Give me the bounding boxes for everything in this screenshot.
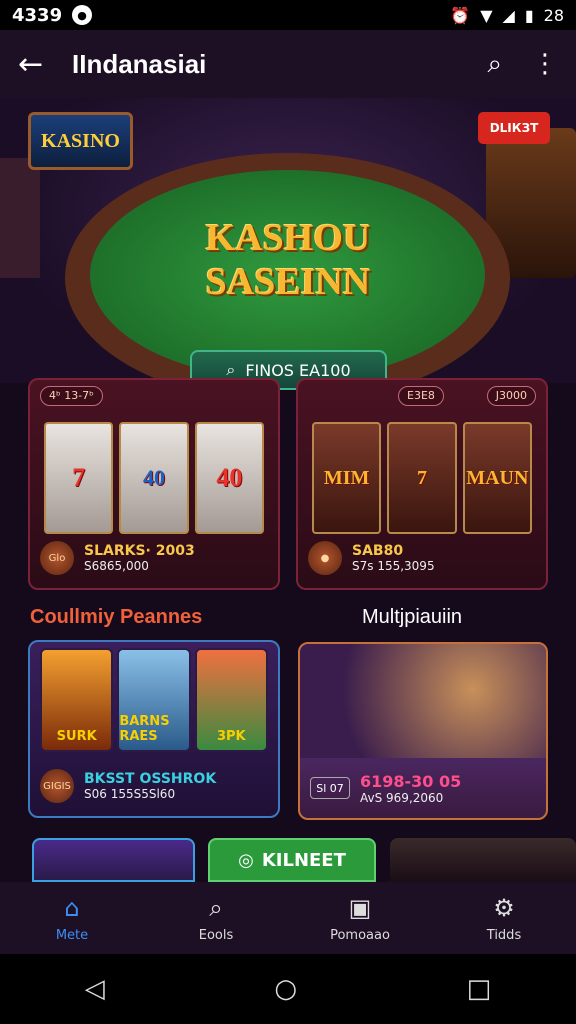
character-tile: 3PK xyxy=(194,648,268,752)
character-game-card[interactable]: SURK BARNS RAES 3PK GIGIS BKSST OSSHROK … xyxy=(28,640,280,818)
search-icon[interactable]: ⌕ xyxy=(487,49,502,80)
coin-icon: GIGIS xyxy=(40,769,74,803)
notification-icon: ● xyxy=(72,5,93,25)
reel-symbol: 40 xyxy=(216,463,243,492)
green-button-label: KILNEET xyxy=(261,849,346,871)
coin-icon: ● xyxy=(308,541,342,575)
hero-logo: KASHOU SASEINN xyxy=(0,216,576,304)
home-circle-icon[interactable]: ○ xyxy=(274,974,297,1004)
status-bar: 4339 ● ⏰ ▼ ◢ ▮ 28 xyxy=(0,0,576,30)
reel-symbol: MIM xyxy=(323,466,370,489)
gear-icon: ⚙ xyxy=(493,893,515,922)
back-arrow-icon[interactable]: ← xyxy=(18,47,58,82)
character-tile: BARNS RAES xyxy=(117,648,191,752)
nav-label: Mete xyxy=(55,927,89,943)
game-title: SLARKS· 2003 xyxy=(84,543,195,559)
reel: MAUN xyxy=(462,422,532,534)
reel: MIM xyxy=(312,422,382,534)
coin-icon: Glo xyxy=(40,541,74,575)
game-subtitle: AvS 969,2060 xyxy=(360,790,444,805)
search-icon: ⌕ xyxy=(209,893,223,922)
game-subtitle: S6865,000 xyxy=(84,559,149,573)
game-tag: E3E8 xyxy=(398,386,444,406)
ticket-badge: Sl 07 xyxy=(310,777,350,799)
reel-symbol: 40 xyxy=(142,465,165,490)
game-info: ● SAB80 S7s 155,3095 xyxy=(308,538,536,578)
game-card-partial[interactable] xyxy=(390,838,576,882)
green-action-button[interactable]: ◎ KILNEET xyxy=(208,838,376,882)
character-tiles: SURK BARNS RAES 3PK xyxy=(40,648,268,752)
status-time: 4339 xyxy=(12,4,63,26)
coin-icon: ◎ xyxy=(238,849,254,871)
back-triangle-icon[interactable]: ◁ xyxy=(85,974,105,1004)
nav-settings[interactable]: ⚙ Tidds xyxy=(449,894,559,943)
nav-label: Eools xyxy=(198,927,234,943)
game-title: BKSST OSSHROK xyxy=(84,771,217,787)
hero-banner[interactable]: KASINO DLІКЗТ KASHOU SASEINN xyxy=(0,98,576,383)
reel: 7 xyxy=(44,422,114,534)
promo-icon: ▣ xyxy=(348,893,372,922)
game-title: 6198-30 05 xyxy=(360,771,462,791)
hero-logo-line2: SASEINN xyxy=(205,261,371,303)
nav-promo[interactable]: ▣ Pomoaao xyxy=(305,894,415,943)
nav-search[interactable]: ⌕ Eools xyxy=(161,894,271,943)
reel-symbol: 7 xyxy=(72,463,86,492)
reel-symbol: 7 xyxy=(416,466,427,489)
home-icon: ⌂ xyxy=(64,893,80,922)
hero-logo-line1: KASHOU xyxy=(205,217,371,259)
search-icon: ⌕ xyxy=(226,360,236,379)
status-right-text: 28 xyxy=(543,5,564,25)
section-title-left: Coullmiy Peannes xyxy=(30,606,203,628)
nav-home[interactable]: ⌂ Mete xyxy=(17,894,127,943)
reel: 7 xyxy=(387,422,457,534)
signal-icon: ◢ xyxy=(502,5,515,25)
nav-label: Pomoaao xyxy=(330,927,390,943)
page-title: IIndanasiai xyxy=(72,48,207,79)
slot-reels: MIM 7 MAUN xyxy=(312,422,532,534)
battery-icon: ▮ xyxy=(524,5,534,25)
wifi-icon: ▼ xyxy=(480,5,493,25)
slot-game-card-1[interactable]: 4ᵇ 13-7ᵇ 7 40 40 Glo SLARKS· 2003 S6865,… xyxy=(28,378,280,590)
find-button-label: FINOS EA100 xyxy=(245,360,351,380)
section-title-right: Multjpiauiin xyxy=(362,606,463,628)
game-subtitle: S06 155S5Sl60 xyxy=(84,787,176,801)
alarm-icon: ⏰ xyxy=(450,5,471,25)
red-sign: DLІКЗТ xyxy=(478,112,550,144)
game-tag: 4ᵇ 13-7ᵇ xyxy=(40,386,103,406)
kasino-sign: KASINO xyxy=(28,112,133,170)
game-info: GIGIS BKSST OSSHROK S06 155S5Sl60 xyxy=(40,766,268,806)
reel: 40 xyxy=(119,422,189,534)
game-title: SAB80 xyxy=(352,543,404,559)
game-card-partial[interactable] xyxy=(32,838,195,882)
more-vert-icon[interactable]: ⋮ xyxy=(532,49,558,80)
game-info: Sl 07 6198-30 05 AvS 969,2060 xyxy=(310,768,536,808)
bottom-navigation: ⌂ Mete ⌕ Eools ▣ Pomoaao ⚙ Tidds xyxy=(0,882,576,954)
casino-scene-image xyxy=(300,644,546,758)
recents-square-icon[interactable]: □ xyxy=(467,974,492,1004)
game-subtitle: S7s 155,3095 xyxy=(352,559,435,573)
multiplayer-game-card[interactable]: Sl 07 6198-30 05 AvS 969,2060 xyxy=(298,642,548,820)
slot-reels: 7 40 40 xyxy=(44,422,264,534)
game-tag-right: J3000 xyxy=(486,386,536,406)
slot-game-card-2[interactable]: E3E8 J3000 MIM 7 MAUN ● SAB80 S7s 155,30… xyxy=(296,378,548,590)
nav-label: Tidds xyxy=(486,927,522,943)
app-bar: ← IIndanasiai ⌕ ⋮ xyxy=(0,30,576,98)
game-info: Glo SLARKS· 2003 S6865,000 xyxy=(40,538,268,578)
reel: 40 xyxy=(194,422,264,534)
app-bar-actions: ⌕ ⋮ xyxy=(487,49,558,80)
system-navigation-bar: ◁ ○ □ xyxy=(0,954,576,1024)
status-icons: ⏰ ▼ ◢ ▮ 28 xyxy=(450,6,564,25)
reel-symbol: MAUN xyxy=(466,466,529,489)
character-tile: SURK xyxy=(40,648,114,752)
